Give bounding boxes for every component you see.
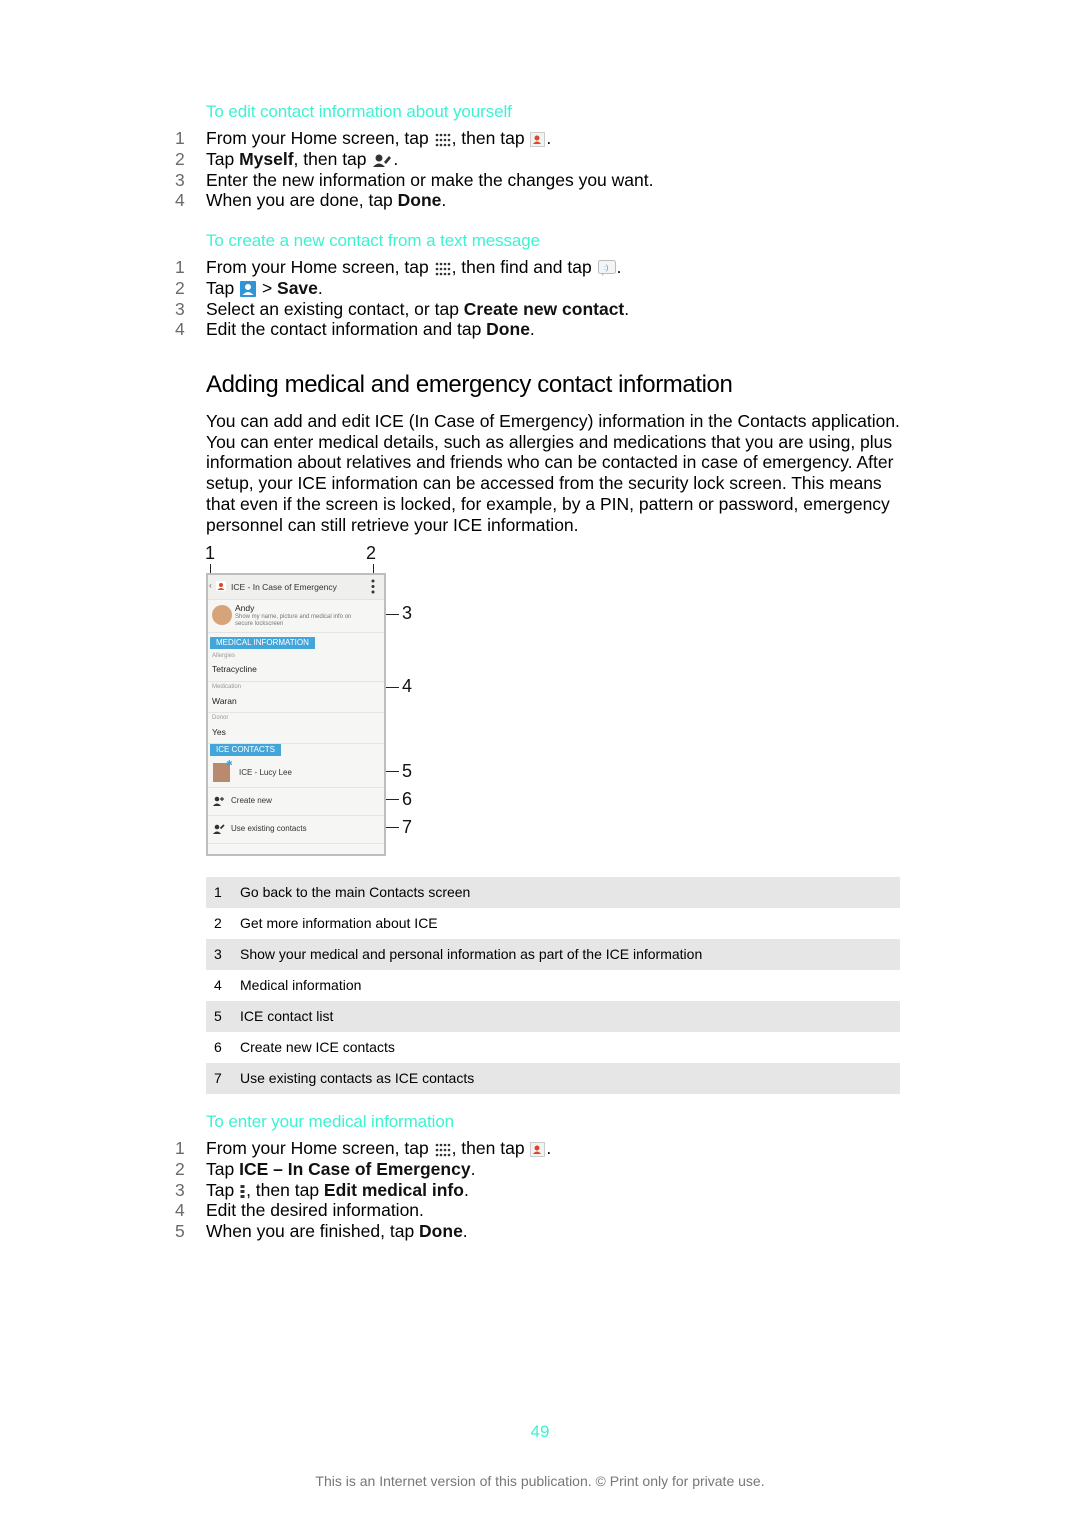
- callout-3: 3: [402, 603, 413, 623]
- link-person-icon: [213, 824, 225, 836]
- add-person-icon: [213, 796, 225, 808]
- ice-star-icon: ✱: [226, 759, 233, 768]
- step-number: 4: [175, 190, 185, 211]
- back-arrow-icon[interactable]: ‹: [209, 581, 212, 590]
- callout-7: 7: [402, 817, 413, 837]
- subheading-edit-yourself: To edit contact information about yourse…: [206, 102, 512, 121]
- app-title: ICE - In Case of Emergency: [231, 582, 337, 592]
- contacts-app-icon: [530, 1141, 546, 1162]
- subheading-enter-medical-info: To enter your medical information: [206, 1112, 455, 1131]
- step-number: 3: [175, 169, 185, 190]
- apps-grid-icon: [435, 131, 451, 152]
- table-row: 1 Go back to the main Contacts screen: [206, 877, 900, 908]
- field-value: Yes: [212, 727, 226, 737]
- field-value: Tetracycline: [212, 664, 257, 674]
- step-number: 2: [175, 1158, 185, 1179]
- intro-paragraph: You can add and edit ICE (In Case of Eme…: [206, 411, 900, 535]
- step-number: 4: [175, 319, 185, 340]
- field-value: Waran: [212, 696, 237, 706]
- owner-row[interactable]: Andy Show my name, picture and medical i…: [208, 599, 384, 633]
- contacts-app-icon: [216, 581, 226, 593]
- callout-legend-table: 1 Go back to the main Contacts screen 2 Ge…: [206, 877, 900, 1094]
- ice-contacts-section: ICE CONTACTS: [210, 744, 281, 756]
- owner-name: Andy: [235, 603, 255, 613]
- action-bar: ‹ ICE - In Case of Emergency: [208, 575, 384, 600]
- step-number: 1: [175, 128, 185, 148]
- use-existing-row[interactable]: Use existing contacts: [208, 815, 384, 844]
- step-number: 4: [175, 1200, 185, 1221]
- field-label: Allergies: [212, 653, 236, 659]
- field-row: Allergies Tetracycline: [208, 651, 384, 682]
- ice-contact-row[interactable]: ✱ ICE - Lucy Lee: [208, 758, 384, 788]
- table-row: 7 Use existing contacts as ICE contacts: [206, 1063, 900, 1094]
- subheading-create-from-message: To create a new contact from a text mess…: [206, 231, 540, 250]
- messaging-app-icon: :): [597, 260, 616, 281]
- step-number: 3: [175, 1179, 185, 1200]
- create-new-label: Create new: [231, 796, 272, 805]
- overflow-menu-icon[interactable]: [371, 579, 375, 596]
- callout-6: 6: [402, 789, 413, 809]
- step-number: 1: [175, 1138, 185, 1158]
- step-number: 2: [175, 148, 185, 169]
- medical-info-section: MEDICAL INFORMATION: [210, 637, 315, 649]
- ice-contact-name: ICE - Lucy Lee: [239, 768, 292, 777]
- create-new-row[interactable]: Create new: [208, 787, 384, 816]
- step-number: 1: [175, 257, 185, 277]
- field-label: Donor: [212, 715, 229, 721]
- step-number: 5: [175, 1221, 185, 1242]
- table-row: 5 ICE contact list: [206, 1001, 900, 1032]
- field-label: Medication: [212, 684, 242, 690]
- use-existing-label: Use existing contacts: [231, 824, 307, 833]
- table-row: 6 Create new ICE contacts: [214, 1039, 395, 1055]
- owner-desc: Show my name, picture and medical info o…: [235, 614, 352, 620]
- contacts-app-icon: [530, 131, 546, 152]
- avatar: [212, 605, 232, 625]
- footer-notice: This is an Internet version of this publ…: [315, 1473, 765, 1489]
- step-number: 2: [175, 277, 185, 298]
- section-title: Adding medical and emergency contact inf…: [206, 371, 733, 398]
- table-row: 4 Medical information: [214, 977, 362, 993]
- callout-1: 1: [205, 543, 216, 563]
- step-number: 3: [175, 298, 185, 319]
- ice-screen-figure: 1 2 3 4 5 6 7 ‹ ICE - In Case of Emergen…: [196, 540, 426, 870]
- apps-grid-icon: [435, 260, 451, 281]
- page-number: 49: [530, 1422, 550, 1441]
- table-row: 3 Show your medical and personal informat…: [206, 939, 900, 970]
- phone-screen: ‹ ICE - In Case of Emergency Andy Show m…: [206, 573, 386, 856]
- table-row: 2 Get more information about ICE: [214, 915, 438, 931]
- owner-desc: secure lockscreen: [235, 621, 284, 627]
- field-row: Donor Yes: [208, 712, 384, 744]
- callout-4: 4: [402, 676, 413, 696]
- callout-5: 5: [402, 761, 413, 781]
- field-row: Medication Waran: [208, 681, 384, 713]
- callout-2: 2: [366, 543, 377, 563]
- svg-text::): :): [604, 265, 608, 272]
